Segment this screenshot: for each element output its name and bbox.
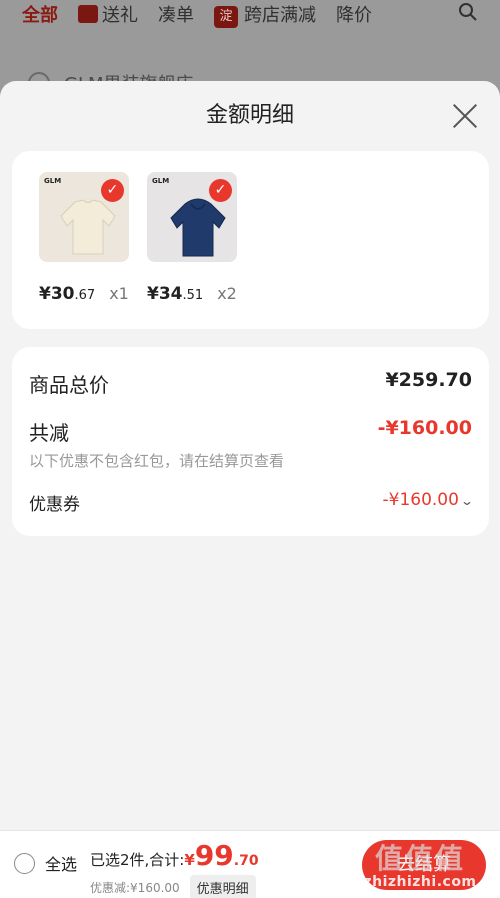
- price-decimal: .67: [74, 288, 96, 303]
- chevron-down-icon: ⌄: [459, 494, 475, 508]
- coupon-label: 优惠券: [29, 495, 80, 515]
- price-integer: ¥30: [39, 284, 75, 304]
- price-decimal: .51: [182, 288, 204, 303]
- total-integer: 99: [194, 839, 234, 872]
- tab-bundle[interactable]: 凑单: [158, 1, 194, 27]
- total-price-value: ¥259.70: [385, 369, 472, 391]
- discount-amount-text: 优惠减:¥160.00: [90, 881, 180, 895]
- coupon-row[interactable]: 优惠券 -¥160.00⌄: [29, 490, 475, 515]
- discount-note: 以下优惠不包含红包，请在结算页查看: [29, 452, 285, 470]
- watermark-logo: 值值值: [374, 842, 465, 875]
- total-currency: ¥: [184, 851, 195, 869]
- selected-count-text: 已选2件,合计:: [90, 851, 185, 869]
- price-integer: ¥34: [147, 284, 183, 304]
- watermark: 值值值 zhizhizhi.com: [350, 842, 490, 891]
- total-price-label: 商品总价: [29, 373, 109, 397]
- discount-line: 优惠减:¥160.00 优惠明细: [90, 875, 256, 898]
- promo-badge: 淀: [214, 5, 238, 28]
- total-decimal: .70: [233, 853, 259, 869]
- select-all[interactable]: 全选: [14, 851, 77, 875]
- amount-detail-sheet: 金额明细 GLM ✓ ¥30.67 x1 GLM ✓ ¥34.51 x2 商品总…: [0, 81, 500, 898]
- sweatshirt-image: [60, 199, 116, 255]
- sheet-title: 金额明细: [205, 103, 294, 128]
- quantity: x2: [217, 284, 237, 303]
- product-thumbnail: GLM ✓: [39, 172, 129, 262]
- product-brand: GLM: [44, 177, 62, 185]
- coupon-value[interactable]: -¥160.00⌄: [383, 490, 475, 510]
- select-all-radio[interactable]: [14, 852, 35, 874]
- discount-value: -¥160.00: [377, 417, 472, 439]
- product-card: GLM ✓ ¥30.67 x1 GLM ✓ ¥34.51 x2: [12, 151, 489, 329]
- price-summary-card: 商品总价 ¥259.70 共减 -¥160.00 以下优惠不包含红包，请在结算页…: [12, 347, 489, 536]
- total-price-row: 商品总价 ¥259.70: [29, 369, 472, 398]
- product-item[interactable]: GLM ✓ ¥34.51 x2: [147, 172, 239, 304]
- price-row: ¥34.51 x2: [147, 284, 239, 304]
- discount-detail-button[interactable]: 优惠明细: [189, 875, 256, 898]
- category-tabs: 全部 送礼 凑单 淀跨店满减 降价: [0, 0, 500, 28]
- tab-cross-store[interactable]: 淀跨店满减: [214, 1, 316, 28]
- total-line: 已选2件,合计:¥99.70: [90, 839, 259, 872]
- watermark-url: zhizhizhi.com: [363, 874, 477, 890]
- select-all-label: 全选: [45, 855, 78, 874]
- product-thumbnail: GLM ✓: [147, 172, 237, 262]
- close-icon[interactable]: [452, 103, 478, 129]
- product-item[interactable]: GLM ✓ ¥30.67 x1: [39, 172, 131, 304]
- tab-price-drop[interactable]: 降价: [336, 1, 372, 27]
- quantity: x1: [109, 284, 129, 303]
- hoodie-image: [170, 198, 226, 257]
- tab-all[interactable]: 全部: [22, 1, 58, 27]
- product-brand: GLM: [152, 177, 170, 185]
- gift-icon: [78, 5, 98, 23]
- price-row: ¥30.67 x1: [39, 284, 131, 304]
- search-icon[interactable]: [458, 2, 478, 22]
- discount-row: 共减 -¥160.00 以下优惠不包含红包，请在结算页查看: [29, 417, 472, 471]
- tab-gift[interactable]: 送礼: [78, 1, 138, 27]
